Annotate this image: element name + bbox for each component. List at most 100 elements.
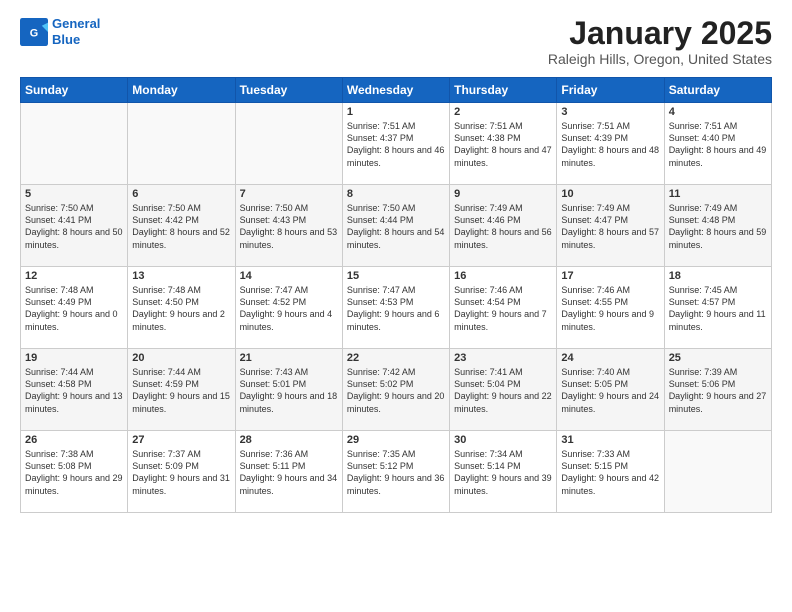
- svg-text:G: G: [30, 27, 38, 39]
- day-number: 8: [347, 188, 445, 200]
- cell-content: Sunrise: 7:50 AM Sunset: 4:43 PM Dayligh…: [240, 202, 338, 251]
- cell-content: Sunrise: 7:48 AM Sunset: 4:49 PM Dayligh…: [25, 284, 123, 333]
- cell-content: Sunrise: 7:35 AM Sunset: 5:12 PM Dayligh…: [347, 448, 445, 497]
- cell-content: Sunrise: 7:40 AM Sunset: 5:05 PM Dayligh…: [561, 366, 659, 415]
- calendar-cell: 29 Sunrise: 7:35 AM Sunset: 5:12 PM Dayli…: [342, 431, 449, 513]
- calendar-cell: [664, 431, 771, 513]
- calendar-week-4: 19Sunrise: 7:44 AM Sunset: 4:58 PM Dayli…: [21, 349, 772, 431]
- logo-line2: Blue: [52, 32, 80, 47]
- calendar-cell: 5Sunrise: 7:50 AM Sunset: 4:41 PM Daylig…: [21, 185, 128, 267]
- header: G General Blue January 2025 Raleigh Hill…: [20, 16, 772, 67]
- calendar-cell: 20 Sunrise: 7:44 AM Sunset: 4:59 PM Dayli…: [128, 349, 235, 431]
- calendar-cell: 28Sunrise: 7:36 AM Sunset: 5:11 PM Dayli…: [235, 431, 342, 513]
- cell-content: Sunrise: 7:50 AM Sunset: 4:42 PM Dayligh…: [132, 202, 230, 251]
- col-tuesday: Tuesday: [235, 78, 342, 103]
- day-number: 22: [347, 352, 445, 364]
- cell-content: Sunrise: 7:50 AM Sunset: 4:44 PM Dayligh…: [347, 202, 445, 251]
- day-number: 29: [347, 434, 445, 446]
- calendar-cell: 2 Sunrise: 7:51 AM Sunset: 4:38 PM Daylig…: [450, 103, 557, 185]
- page: G General Blue January 2025 Raleigh Hill…: [0, 0, 792, 612]
- cell-content: Sunrise: 7:34 AM Sunset: 5:14 PM Dayligh…: [454, 448, 552, 497]
- cell-content: Sunrise: 7:37 AM Sunset: 5:09 PM Dayligh…: [132, 448, 230, 497]
- cell-content: Sunrise: 7:44 AM Sunset: 4:58 PM Dayligh…: [25, 366, 123, 415]
- cell-content: Sunrise: 7:46 AM Sunset: 4:55 PM Dayligh…: [561, 284, 659, 333]
- header-row: Sunday Monday Tuesday Wednesday Thursday…: [21, 78, 772, 103]
- day-number: 31: [561, 434, 659, 446]
- calendar-cell: 31 Sunrise: 7:33 AM Sunset: 5:15 PM Dayli…: [557, 431, 664, 513]
- day-number: 13: [132, 270, 230, 282]
- calendar-cell: 30Sunrise: 7:34 AM Sunset: 5:14 PM Dayli…: [450, 431, 557, 513]
- calendar-cell: 24 Sunrise: 7:40 AM Sunset: 5:05 PM Dayli…: [557, 349, 664, 431]
- col-sunday: Sunday: [21, 78, 128, 103]
- day-number: 5: [25, 188, 123, 200]
- calendar-body: 1Sunrise: 7:51 AM Sunset: 4:37 PM Daylig…: [21, 103, 772, 513]
- day-number: 20: [132, 352, 230, 364]
- calendar-week-3: 12 Sunrise: 7:48 AM Sunset: 4:49 PM Dayli…: [21, 267, 772, 349]
- location: Raleigh Hills, Oregon, United States: [548, 51, 772, 67]
- calendar-header: Sunday Monday Tuesday Wednesday Thursday…: [21, 78, 772, 103]
- calendar-cell: 7 Sunrise: 7:50 AM Sunset: 4:43 PM Daylig…: [235, 185, 342, 267]
- calendar-week-2: 5Sunrise: 7:50 AM Sunset: 4:41 PM Daylig…: [21, 185, 772, 267]
- day-number: 6: [132, 188, 230, 200]
- day-number: 12: [25, 270, 123, 282]
- col-monday: Monday: [128, 78, 235, 103]
- month-title: January 2025: [548, 16, 772, 51]
- calendar-cell: 26Sunrise: 7:38 AM Sunset: 5:08 PM Dayli…: [21, 431, 128, 513]
- col-thursday: Thursday: [450, 78, 557, 103]
- calendar-cell: [128, 103, 235, 185]
- cell-content: Sunrise: 7:47 AM Sunset: 4:52 PM Dayligh…: [240, 284, 338, 333]
- cell-content: Sunrise: 7:51 AM Sunset: 4:37 PM Dayligh…: [347, 120, 445, 169]
- calendar-cell: 21 Sunrise: 7:43 AM Sunset: 5:01 PM Dayli…: [235, 349, 342, 431]
- cell-content: Sunrise: 7:51 AM Sunset: 4:38 PM Dayligh…: [454, 120, 552, 169]
- day-number: 2: [454, 106, 552, 118]
- calendar-cell: 4 Sunrise: 7:51 AM Sunset: 4:40 PM Daylig…: [664, 103, 771, 185]
- cell-content: Sunrise: 7:47 AM Sunset: 4:53 PM Dayligh…: [347, 284, 445, 333]
- day-number: 26: [25, 434, 123, 446]
- day-number: 18: [669, 270, 767, 282]
- day-number: 17: [561, 270, 659, 282]
- cell-content: Sunrise: 7:51 AM Sunset: 4:40 PM Dayligh…: [669, 120, 767, 169]
- cell-content: Sunrise: 7:43 AM Sunset: 5:01 PM Dayligh…: [240, 366, 338, 415]
- cell-content: Sunrise: 7:36 AM Sunset: 5:11 PM Dayligh…: [240, 448, 338, 497]
- cell-content: Sunrise: 7:44 AM Sunset: 4:59 PM Dayligh…: [132, 366, 230, 415]
- calendar-cell: 13 Sunrise: 7:48 AM Sunset: 4:50 PM Dayli…: [128, 267, 235, 349]
- calendar-cell: 22 Sunrise: 7:42 AM Sunset: 5:02 PM Dayli…: [342, 349, 449, 431]
- day-number: 15: [347, 270, 445, 282]
- day-number: 11: [669, 188, 767, 200]
- calendar-cell: 10 Sunrise: 7:49 AM Sunset: 4:47 PM Dayli…: [557, 185, 664, 267]
- day-number: 16: [454, 270, 552, 282]
- cell-content: Sunrise: 7:49 AM Sunset: 4:47 PM Dayligh…: [561, 202, 659, 251]
- cell-content: Sunrise: 7:42 AM Sunset: 5:02 PM Dayligh…: [347, 366, 445, 415]
- calendar-cell: 1Sunrise: 7:51 AM Sunset: 4:37 PM Daylig…: [342, 103, 449, 185]
- cell-content: Sunrise: 7:51 AM Sunset: 4:39 PM Dayligh…: [561, 120, 659, 169]
- cell-content: Sunrise: 7:49 AM Sunset: 4:48 PM Dayligh…: [669, 202, 767, 251]
- cell-content: Sunrise: 7:45 AM Sunset: 4:57 PM Dayligh…: [669, 284, 767, 333]
- day-number: 10: [561, 188, 659, 200]
- calendar-cell: 27 Sunrise: 7:37 AM Sunset: 5:09 PM Dayli…: [128, 431, 235, 513]
- col-friday: Friday: [557, 78, 664, 103]
- day-number: 4: [669, 106, 767, 118]
- day-number: 14: [240, 270, 338, 282]
- logo-icon: G: [20, 18, 48, 46]
- calendar-cell: [235, 103, 342, 185]
- day-number: 24: [561, 352, 659, 364]
- calendar-cell: 15 Sunrise: 7:47 AM Sunset: 4:53 PM Dayli…: [342, 267, 449, 349]
- day-number: 7: [240, 188, 338, 200]
- cell-content: Sunrise: 7:46 AM Sunset: 4:54 PM Dayligh…: [454, 284, 552, 333]
- day-number: 23: [454, 352, 552, 364]
- cell-content: Sunrise: 7:48 AM Sunset: 4:50 PM Dayligh…: [132, 284, 230, 333]
- calendar-cell: 25Sunrise: 7:39 AM Sunset: 5:06 PM Dayli…: [664, 349, 771, 431]
- cell-content: Sunrise: 7:49 AM Sunset: 4:46 PM Dayligh…: [454, 202, 552, 251]
- day-number: 21: [240, 352, 338, 364]
- calendar-cell: 9Sunrise: 7:49 AM Sunset: 4:46 PM Daylig…: [450, 185, 557, 267]
- col-saturday: Saturday: [664, 78, 771, 103]
- calendar-cell: 3Sunrise: 7:51 AM Sunset: 4:39 PM Daylig…: [557, 103, 664, 185]
- calendar-cell: 11 Sunrise: 7:49 AM Sunset: 4:48 PM Dayli…: [664, 185, 771, 267]
- cell-content: Sunrise: 7:33 AM Sunset: 5:15 PM Dayligh…: [561, 448, 659, 497]
- calendar-cell: [21, 103, 128, 185]
- calendar-cell: 6 Sunrise: 7:50 AM Sunset: 4:42 PM Daylig…: [128, 185, 235, 267]
- calendar-cell: 12 Sunrise: 7:48 AM Sunset: 4:49 PM Dayli…: [21, 267, 128, 349]
- calendar-cell: 16 Sunrise: 7:46 AM Sunset: 4:54 PM Dayli…: [450, 267, 557, 349]
- day-number: 27: [132, 434, 230, 446]
- calendar-cell: 14 Sunrise: 7:47 AM Sunset: 4:52 PM Dayli…: [235, 267, 342, 349]
